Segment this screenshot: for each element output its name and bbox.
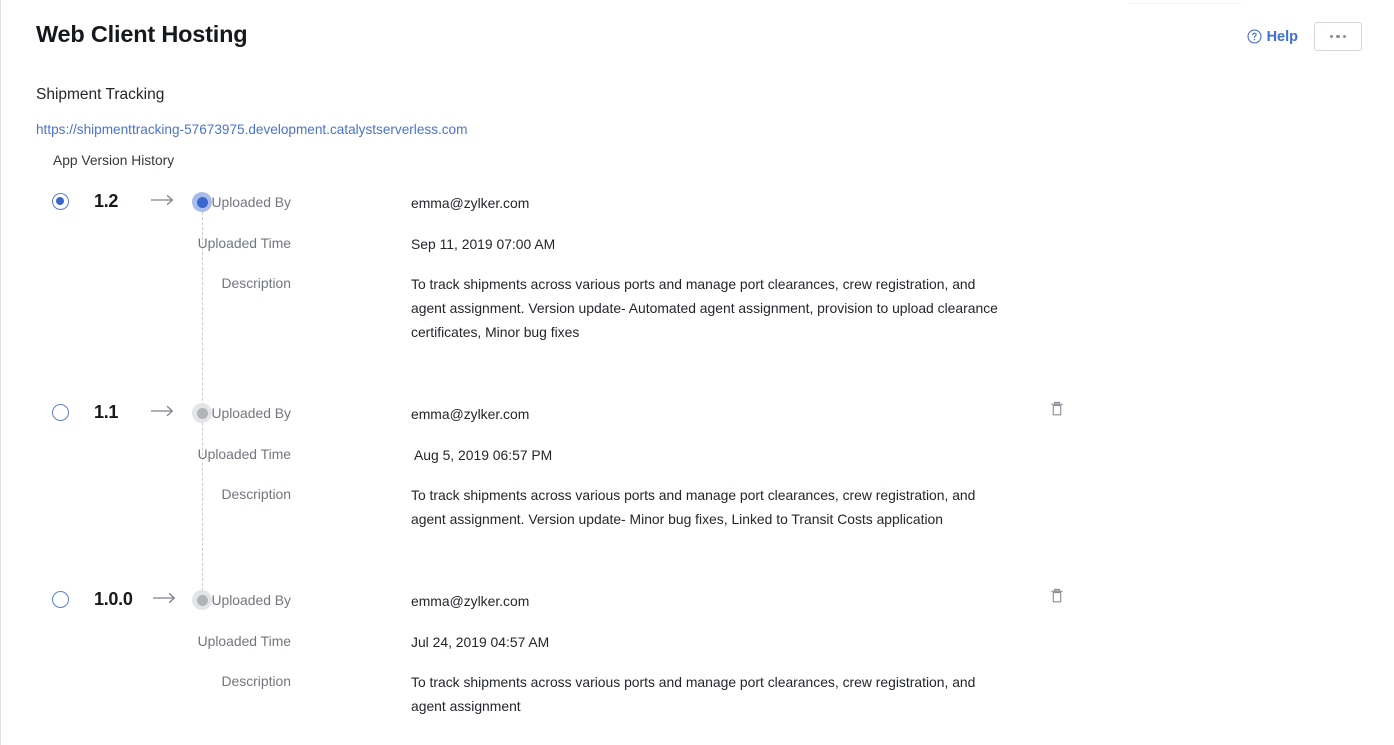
- field-label: Uploaded By: [211, 194, 291, 210]
- field-value-uploaded-time: Aug 5, 2019 06:57 PM: [414, 447, 553, 463]
- app-name: Shipment Tracking: [36, 86, 165, 103]
- ellipsis-icon: [1342, 34, 1347, 39]
- page-title: Web Client Hosting: [36, 21, 248, 47]
- header-actions: Help: [1247, 22, 1362, 51]
- field-uploaded-by: Uploaded By emma@zylker.com: [1, 402, 1394, 424]
- field-label: Uploaded By: [211, 405, 291, 421]
- trash-icon: [1051, 401, 1063, 416]
- question-circle-icon: [1247, 29, 1262, 44]
- app-version-history-label: App Version History: [53, 153, 175, 168]
- field-uploaded-by: Uploaded By emma@zylker.com: [1, 191, 1394, 213]
- help-button[interactable]: Help: [1247, 28, 1298, 46]
- field-label: Description: [221, 486, 291, 502]
- field-value-description: To track shipments across various ports …: [411, 487, 976, 527]
- field-uploaded-time: Uploaded Time Sep 11, 2019 07:00 AM: [1, 232, 1394, 254]
- field-uploaded-time: Uploaded Time Jul 24, 2019 04:57 AM: [1, 630, 1394, 652]
- field-label: Uploaded Time: [197, 633, 291, 649]
- delete-version-button[interactable]: [1047, 586, 1067, 606]
- field-label: Description: [221, 673, 291, 689]
- field-value-uploaded-by: emma@zylker.com: [411, 195, 530, 211]
- trash-icon: [1051, 588, 1063, 603]
- field-uploaded-time: Uploaded Time Aug 5, 2019 06:57 PM: [1, 443, 1394, 465]
- field-value-uploaded-time: Sep 11, 2019 07:00 AM: [411, 236, 556, 252]
- ellipsis-icon: [1336, 34, 1340, 39]
- field-value-uploaded-time: Jul 24, 2019 04:57 AM: [411, 634, 550, 650]
- field-label: Uploaded By: [211, 592, 291, 608]
- more-options-button[interactable]: [1314, 22, 1362, 51]
- field-value-description: To track shipments across various ports …: [411, 674, 976, 714]
- top-divider: [1129, 3, 1241, 4]
- field-value-uploaded-by: emma@zylker.com: [411, 593, 530, 609]
- help-label: Help: [1266, 28, 1298, 45]
- delete-version-button[interactable]: [1047, 399, 1067, 419]
- page-container: Web Client Hosting Help Shipment Trackin…: [0, 0, 1394, 745]
- field-label: Uploaded Time: [197, 235, 291, 251]
- ellipsis-icon: [1329, 34, 1334, 39]
- field-uploaded-by: Uploaded By emma@zylker.com: [1, 589, 1394, 611]
- field-value-uploaded-by: emma@zylker.com: [411, 406, 530, 422]
- field-label: Uploaded Time: [197, 446, 291, 462]
- field-value-description: To track shipments across various ports …: [411, 276, 998, 340]
- app-url-link[interactable]: https://shipmenttracking-57673975.develo…: [36, 121, 467, 139]
- field-label: Description: [221, 275, 291, 291]
- page-header: Web Client Hosting Help: [1, 18, 1394, 64]
